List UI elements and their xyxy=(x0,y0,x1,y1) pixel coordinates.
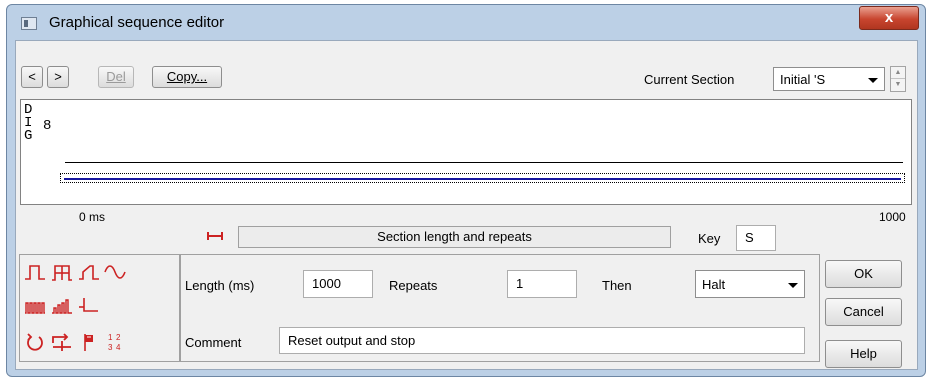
dialog-client: < > Del Copy... Current Section Initial … xyxy=(15,40,918,370)
svg-text:4: 4 xyxy=(116,343,121,352)
flag-icon[interactable] xyxy=(78,331,100,353)
repeats-label: Repeats xyxy=(389,278,438,293)
help-button[interactable]: Help xyxy=(825,340,902,368)
selected-trace xyxy=(64,178,901,180)
length-field[interactable]: 1000 xyxy=(303,270,373,298)
current-section-label: Current Section xyxy=(644,72,735,87)
cancel-button[interactable]: Cancel xyxy=(825,298,902,326)
step-down-icon[interactable] xyxy=(78,295,100,317)
sine-icon[interactable] xyxy=(104,261,126,283)
next-button-label: > xyxy=(54,69,62,84)
del-button-label: Del xyxy=(106,69,126,84)
prev-button-label: < xyxy=(28,69,36,84)
time-start-label: 0 ms xyxy=(79,210,106,224)
app-icon xyxy=(21,17,37,30)
section-parameters: Length (ms) 1000 Repeats 1 Then Halt Com… xyxy=(180,254,820,362)
item-palette: 1234 xyxy=(19,254,180,362)
section-spinner[interactable]: ▲ ▼ xyxy=(890,66,906,92)
number-table-icon[interactable]: 1 23 4 xyxy=(104,331,126,353)
title-bar[interactable]: Graphical sequence editor x xyxy=(7,5,925,39)
time-end-label: 1000 xyxy=(879,210,906,224)
window-title: Graphical sequence editor xyxy=(49,14,225,31)
loop-back-icon[interactable] xyxy=(24,331,46,353)
then-label: Then xyxy=(602,278,632,293)
ok-button-label: OK xyxy=(854,266,873,281)
svg-text:2: 2 xyxy=(116,333,121,342)
variable-burst-icon[interactable] xyxy=(51,295,73,317)
svg-text:3: 3 xyxy=(108,343,113,352)
del-button[interactable]: Del xyxy=(98,66,134,88)
ok-button[interactable]: OK xyxy=(825,260,902,288)
section-length-bar[interactable]: Section length and repeats xyxy=(238,226,671,248)
sequence-canvas[interactable]: D I G 8 xyxy=(20,99,912,205)
then-value: Halt xyxy=(702,277,726,292)
prev-button[interactable]: < xyxy=(21,66,43,88)
channel-label-g: G xyxy=(24,128,33,144)
channel-number: 8 xyxy=(43,118,52,134)
copy-button-label: Copy... xyxy=(166,69,208,84)
chevron-down-icon xyxy=(788,283,798,288)
comment-field[interactable]: Reset output and stop xyxy=(279,327,805,354)
comment-label: Comment xyxy=(185,335,242,350)
ramp-icon[interactable] xyxy=(78,261,100,283)
chevron-down-icon xyxy=(868,78,878,83)
burst-icon[interactable] xyxy=(24,295,46,317)
svg-text:1: 1 xyxy=(108,333,113,342)
close-button[interactable]: x xyxy=(859,6,919,30)
length-label: Length (ms) xyxy=(185,278,255,293)
jump-icon[interactable] xyxy=(51,331,73,353)
key-field[interactable]: S xyxy=(736,225,776,251)
digital-trace xyxy=(65,162,903,163)
then-select[interactable]: Halt xyxy=(695,270,805,298)
cancel-button-label: Cancel xyxy=(843,304,884,319)
dialog-window: Graphical sequence editor x < > Del Copy… xyxy=(6,4,926,377)
current-section-value: Initial 'S xyxy=(780,72,826,87)
next-button[interactable]: > xyxy=(47,66,69,88)
spin-up-icon[interactable]: ▲ xyxy=(891,67,905,79)
copy-button[interactable]: Copy... xyxy=(152,66,222,88)
key-label: Key xyxy=(698,231,721,246)
pulse-train-icon[interactable] xyxy=(51,261,73,283)
section-length-icon xyxy=(207,232,223,240)
spin-down-icon[interactable]: ▼ xyxy=(891,79,905,91)
current-section-select[interactable]: Initial 'S xyxy=(773,67,885,91)
repeats-field[interactable]: 1 xyxy=(507,270,577,298)
pulse-icon[interactable] xyxy=(24,261,46,283)
help-button-label: Help xyxy=(850,346,877,361)
